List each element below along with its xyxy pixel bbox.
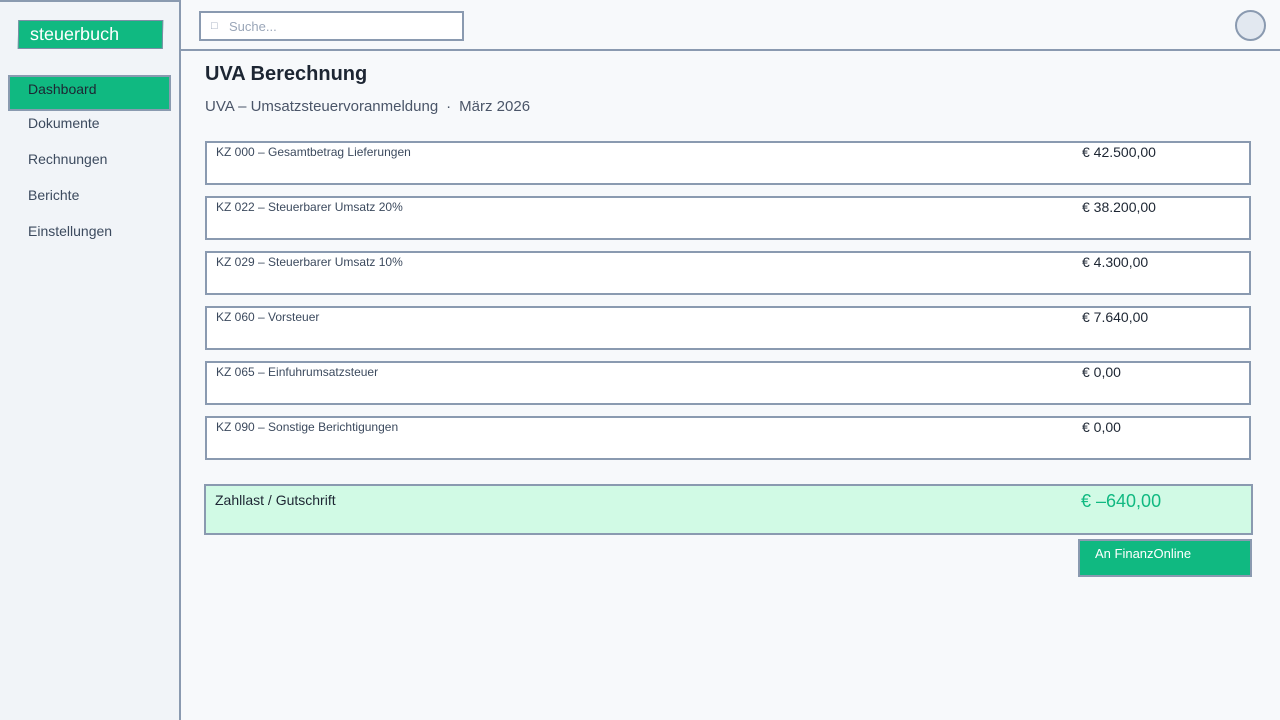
page-title: UVA Berechnung (205, 63, 368, 85)
kz-row-060: KZ 060 – Vorsteuer € 7.640,00 (205, 306, 1251, 350)
sidebar-item-berichte[interactable]: Berichte (8, 183, 171, 219)
kz-value: € 4.300,00 (1082, 254, 1149, 270)
kz-label: KZ 000 – Gesamtbetrag Lieferungen (216, 145, 411, 159)
kz-row-022: KZ 022 – Steuerbarer Umsatz 20% € 38.200… (205, 196, 1251, 240)
kz-value: € 38.200,00 (1082, 199, 1156, 215)
sidebar: steuerbuch Dashboard Dokumente Rechnunge… (0, 0, 181, 720)
kz-label: KZ 065 – Einfuhrumsatzsteuer (216, 365, 379, 379)
subtitle-form: UVA – Umsatzsteuervoranmeldung (205, 98, 439, 115)
total-row: Zahllast / Gutschrift € –640,00 (204, 484, 1253, 535)
total-label: Zahllast / Gutschrift (215, 492, 336, 508)
sidebar-item-rechnungen[interactable]: Rechnungen (8, 147, 171, 183)
app-logo[interactable]: steuerbuch (17, 20, 164, 49)
kz-row-065: KZ 065 – Einfuhrumsatzsteuer € 0,00 (205, 361, 1251, 405)
search-icon: □ (211, 20, 218, 32)
kz-row-029: KZ 029 – Steuerbarer Umsatz 10% € 4.300,… (205, 251, 1251, 295)
sidebar-item-einstellungen[interactable]: Einstellungen (8, 219, 171, 255)
kz-value: € 0,00 (1082, 419, 1121, 435)
user-avatar[interactable] (1235, 10, 1266, 41)
subtitle-separator: · (446, 98, 452, 115)
kz-row-090: KZ 090 – Sonstige Berichtigungen € 0,00 (205, 416, 1251, 460)
sidebar-top-border (0, 0, 181, 2)
kz-label: KZ 022 – Steuerbarer Umsatz 20% (216, 200, 403, 214)
submit-finanzonline-button[interactable]: An FinanzOnline (1078, 539, 1252, 577)
kz-label: KZ 060 – Vorsteuer (216, 310, 320, 324)
sidebar-item-dokumente[interactable]: Dokumente (8, 111, 171, 147)
sidebar-item-dashboard[interactable]: Dashboard (8, 75, 171, 111)
search-box[interactable]: □ (199, 11, 464, 41)
kz-label: KZ 090 – Sonstige Berichtigungen (216, 420, 399, 434)
kz-value: € 42.500,00 (1082, 144, 1156, 160)
subtitle-period: März 2026 (459, 98, 531, 115)
page-subtitle: UVA – Umsatzsteuervoranmeldung · März 20… (205, 98, 530, 115)
kz-row-000: KZ 000 – Gesamtbetrag Lieferungen € 42.5… (205, 141, 1251, 185)
search-input[interactable] (229, 18, 449, 34)
kz-label: KZ 029 – Steuerbarer Umsatz 10% (216, 255, 403, 269)
kz-value: € 0,00 (1082, 364, 1121, 380)
total-value: € –640,00 (1081, 491, 1162, 511)
kz-value: € 7.640,00 (1082, 309, 1149, 325)
topbar: □ (181, 0, 1280, 51)
